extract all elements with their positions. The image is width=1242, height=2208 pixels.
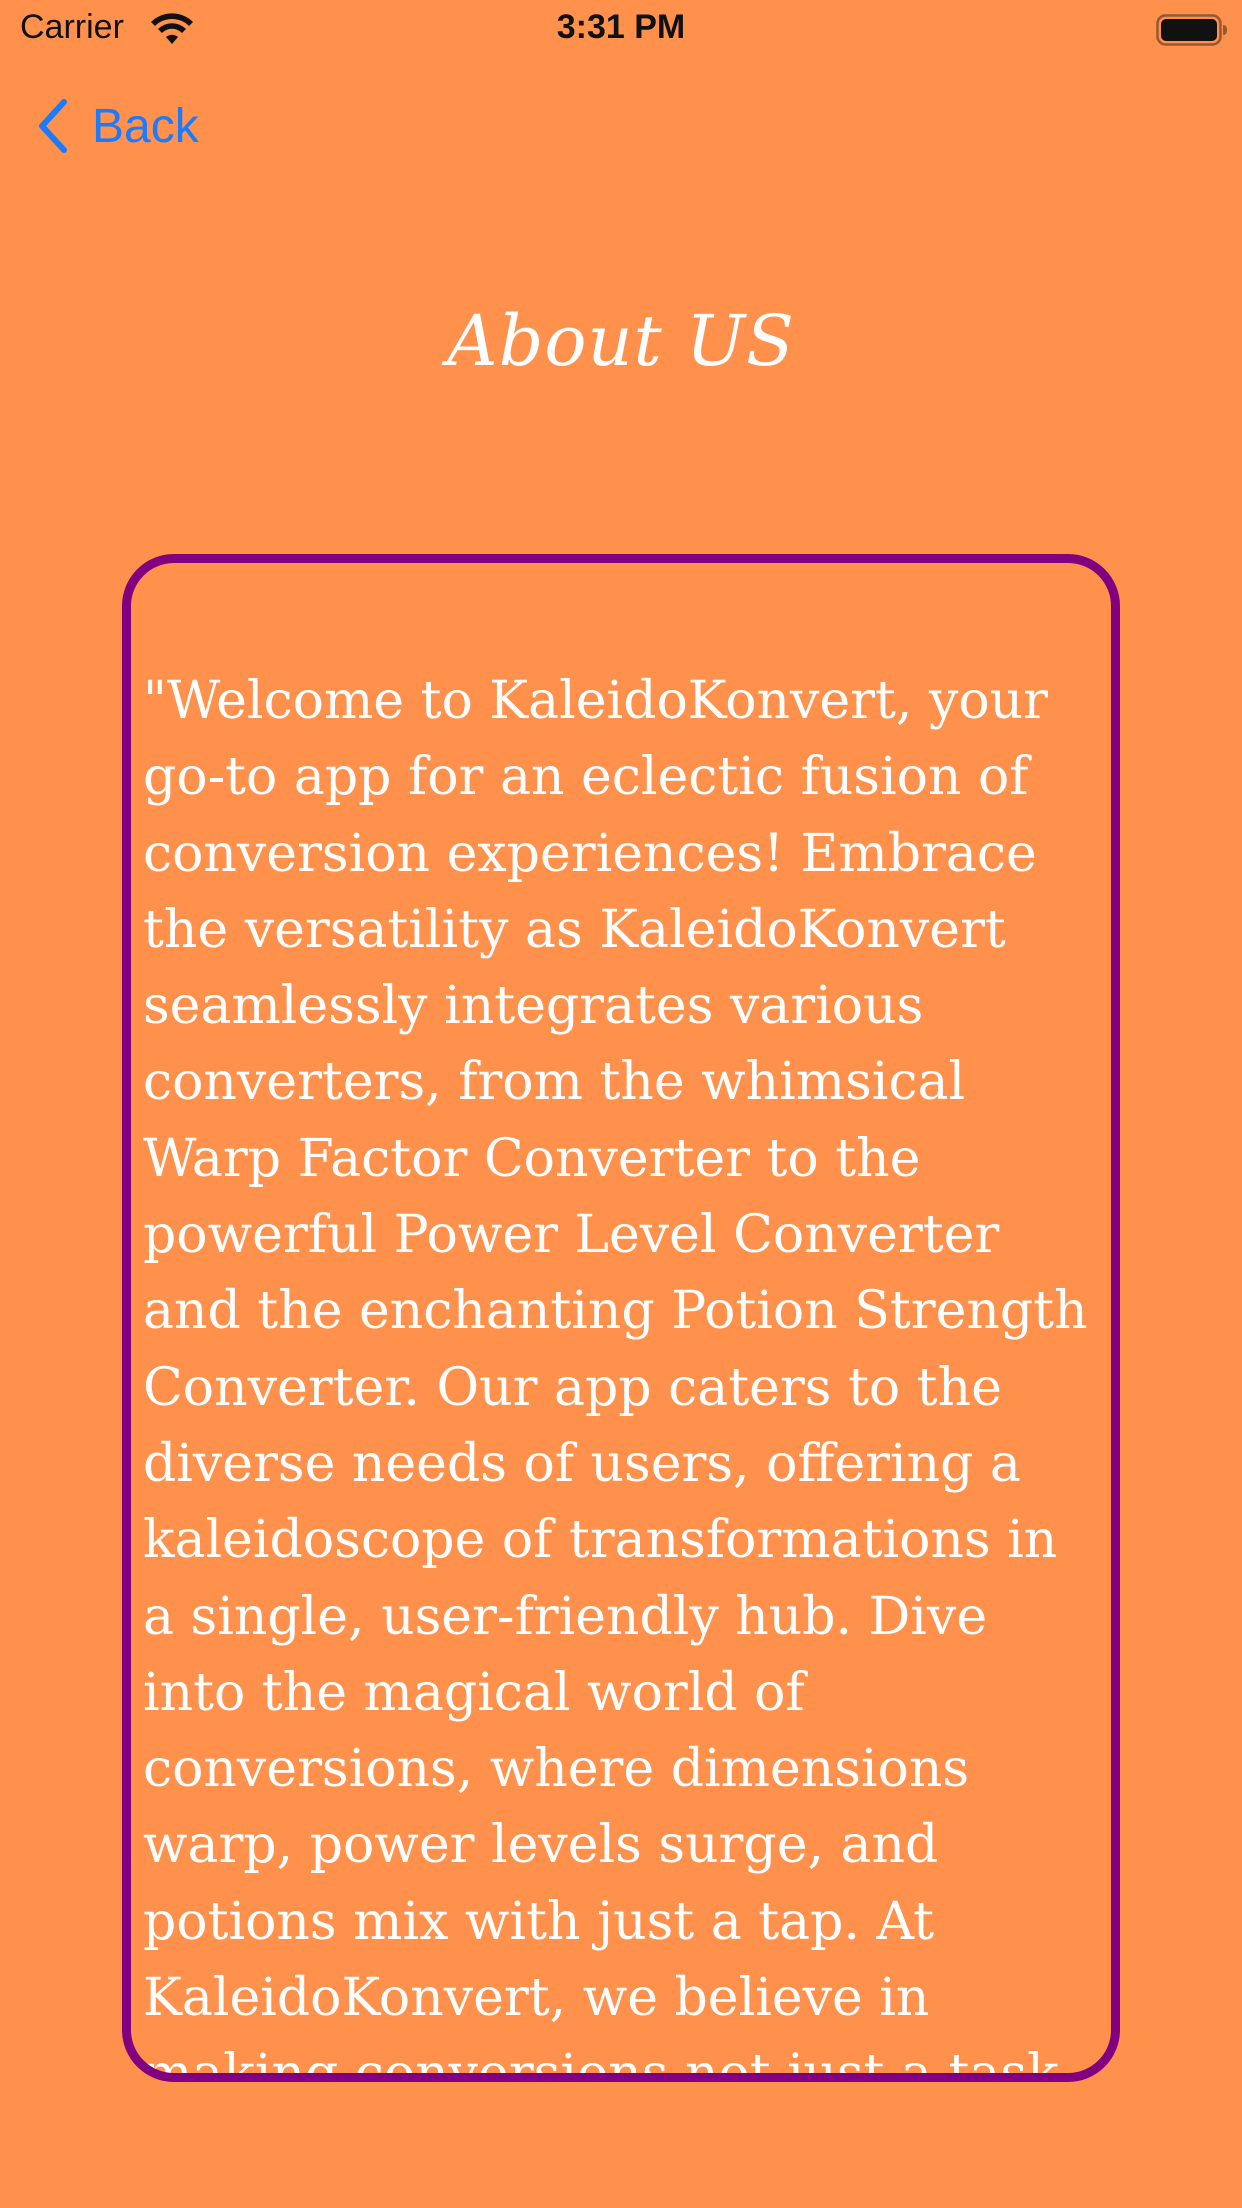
about-description: "Welcome to KaleidoKonvert, your go-to a… — [143, 671, 1088, 2082]
back-button[interactable]: Back — [36, 96, 199, 156]
about-text-box[interactable]: "Welcome to KaleidoKonvert, your go-to a… — [122, 554, 1120, 2082]
chevron-left-icon — [39, 99, 67, 153]
status-bar: Carrier 3:31 PM — [0, 0, 1242, 60]
back-button-label: Back — [92, 99, 199, 153]
about-screen: Carrier 3:31 PM Back About US "Welcome t… — [0, 0, 1242, 2208]
page-title: About US — [447, 300, 795, 382]
status-time: 3:31 PM — [556, 8, 686, 46]
battery-icon — [1156, 14, 1227, 46]
